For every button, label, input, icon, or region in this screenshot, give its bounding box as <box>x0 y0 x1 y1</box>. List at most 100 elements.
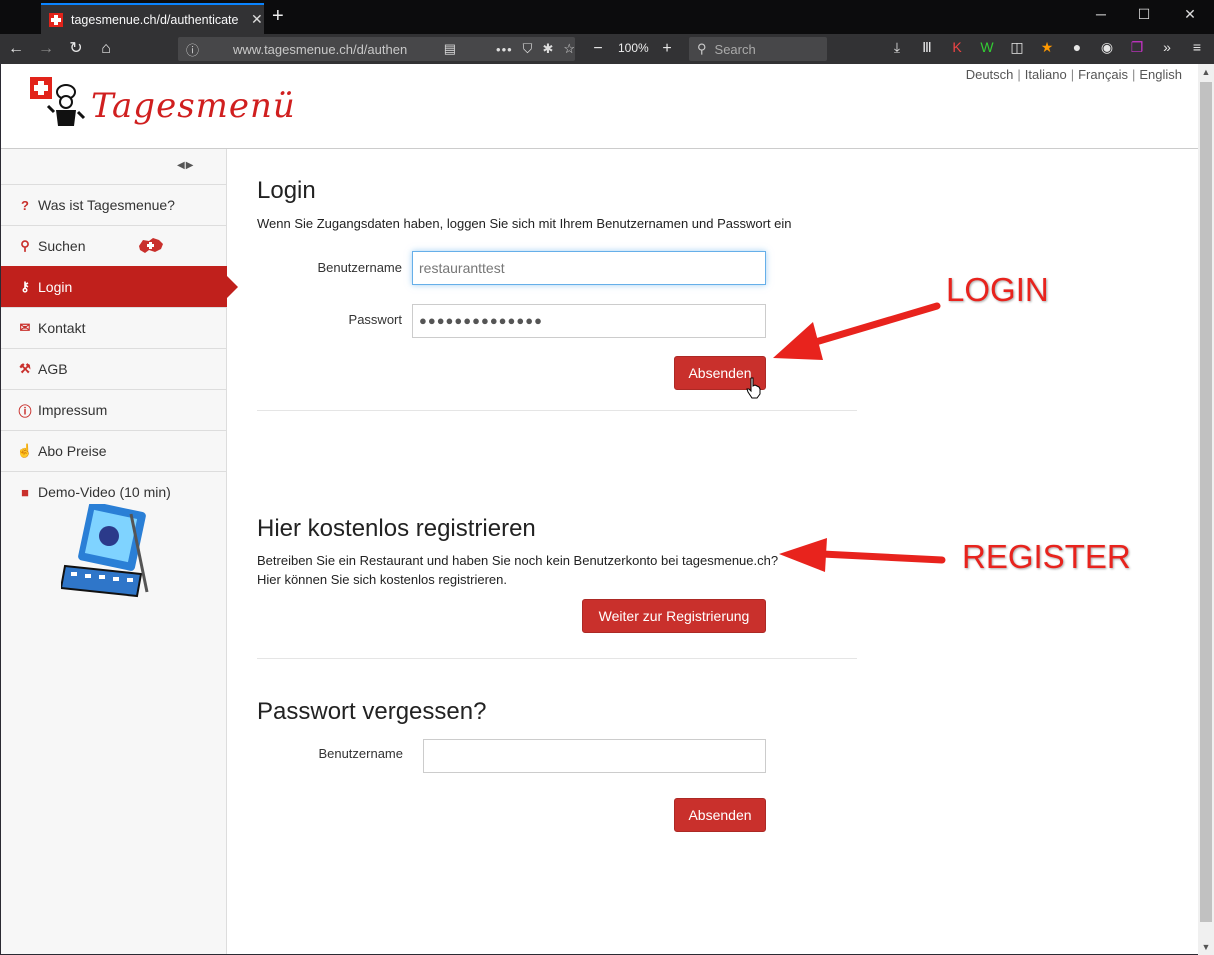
register-button[interactable]: Weiter zur Registrierung <box>582 599 766 633</box>
language-switcher: Deutsch | Italiano | Français | English <box>965 67 1182 82</box>
swiss-map-icon <box>139 238 163 253</box>
sidebar-item-login[interactable]: ⚷ Login <box>1 266 238 307</box>
scroll-down-icon[interactable]: ▼ <box>1198 942 1214 952</box>
sidebar-item-label: Abo Preise <box>38 443 107 459</box>
minimize-window-button[interactable]: ─ <box>1091 6 1111 22</box>
password-label: Passwort <box>348 312 402 327</box>
lang-english[interactable]: English <box>1139 67 1182 82</box>
username-label: Benutzername <box>317 260 402 275</box>
page-actions-menu-icon[interactable]: ••• <box>496 42 513 57</box>
register-annotation-label: REGISTER <box>962 538 1131 575</box>
search-icon: ⚲ <box>20 238 30 253</box>
extension-w-icon[interactable]: W <box>978 39 996 55</box>
info-circle-icon: ⓘ <box>18 403 32 419</box>
sidebar-item-kontakt[interactable]: ✉ Kontakt <box>1 307 227 348</box>
new-tab-button[interactable]: + <box>272 5 284 28</box>
envelope-icon: ✉ <box>19 320 31 335</box>
forward-arrow-icon[interactable]: → <box>36 39 56 59</box>
home-icon[interactable]: ⌂ <box>96 39 116 59</box>
section-divider <box>257 658 857 659</box>
library-icon[interactable]: Ⅲ <box>918 39 936 56</box>
scroll-up-icon[interactable]: ▲ <box>1198 67 1214 77</box>
register-description-line1: Betreiben Sie ein Restaurant und haben S… <box>257 553 779 568</box>
sidebar-item-abo-preise[interactable]: ☝ Abo Preise <box>1 430 227 471</box>
extension-circle-icon[interactable]: ◉ <box>1098 39 1116 56</box>
section-divider <box>257 410 857 411</box>
tab-title: tagesmenue.ch/d/authenticate <box>71 12 239 27</box>
url-bar[interactable]: ⓘ www.tagesmenue.ch/d/authen ▤ ••• ⛉ ✱ ☆ <box>178 37 575 61</box>
site-logo-text[interactable]: Tagesmenü <box>91 86 296 126</box>
gavel-icon: ⚒ <box>19 361 31 376</box>
search-icon: ⚲ <box>697 41 707 56</box>
hamburger-menu-icon[interactable]: ≡ <box>1188 39 1206 55</box>
browser-tab[interactable]: tagesmenue.ch/d/authenticate ✕ <box>41 3 264 34</box>
video-camera-icon: ■ <box>21 484 29 500</box>
zoom-level[interactable]: 100% <box>618 41 649 55</box>
hand-cursor-icon <box>746 377 761 399</box>
pocket-icon[interactable]: ⛉ <box>523 41 533 57</box>
swiss-flag-favicon-icon <box>49 12 63 27</box>
sidebar-item-was-ist-tagesmenue[interactable]: ? Was ist Tagesmenue? <box>1 184 227 225</box>
tab-close-icon[interactable]: ✕ <box>251 11 263 28</box>
sidebar-item-suchen[interactable]: ⚲ Suchen <box>1 225 227 266</box>
sidebar: ◀▶ ? Was ist Tagesmenue? ⚲ Suchen ⚷ Logi… <box>1 149 238 954</box>
extension-k-icon[interactable]: K <box>948 39 966 55</box>
demo-video-thumbnail-icon[interactable] <box>61 504 151 599</box>
forgot-username-label: Benutzername <box>318 746 403 761</box>
extension-star-icon[interactable]: ★ <box>1038 39 1056 56</box>
search-placeholder: Search <box>714 41 756 57</box>
login-annotation-arrow-icon <box>773 302 941 360</box>
sidebar-item-label: Login <box>38 279 73 295</box>
register-title: Hier kostenlos registrieren <box>257 515 536 542</box>
reload-icon[interactable]: ↻ <box>66 39 86 59</box>
thumbs-up-icon: ☝ <box>16 443 34 458</box>
page-viewport: Tagesmenü Deutsch | Italiano | Français | Engl… <box>1 64 1198 954</box>
sidebar-item-label: Was ist Tagesmenue? <box>38 197 175 213</box>
extension-ball-icon[interactable]: ● <box>1068 39 1086 55</box>
sidebar-item-impressum[interactable]: ⓘ Impressum <box>1 389 227 430</box>
overflow-menu-icon[interactable]: » <box>1158 39 1176 55</box>
site-info-icon[interactable]: ⓘ <box>186 40 199 59</box>
lang-deutsch[interactable]: Deutsch <box>966 67 1014 82</box>
lang-francais[interactable]: Français <box>1078 67 1128 82</box>
sidebar-menu: ? Was ist Tagesmenue? ⚲ Suchen ⚷ Login ✉… <box>1 184 238 512</box>
sidebar-item-label: Kontakt <box>38 320 86 336</box>
search-input[interactable]: ⚲ Search <box>689 37 827 61</box>
reader-view-icon[interactable]: ▤ <box>444 41 456 57</box>
extension-window-icon[interactable]: ❐ <box>1128 39 1146 56</box>
downloads-icon[interactable]: ⤓ <box>888 39 906 56</box>
site-header: Tagesmenü Deutsch | Italiano | Français | Engl… <box>1 64 1198 149</box>
close-window-button[interactable]: ✕ <box>1180 6 1200 23</box>
sidebar-item-label: Impressum <box>38 402 108 418</box>
sidebar-collapse-toggle-icon[interactable]: ◀▶ <box>177 160 194 171</box>
sidebar-toggle-icon[interactable]: ◫ <box>1008 39 1026 56</box>
chef-logo-icon <box>46 84 86 126</box>
forgot-password-title: Passwort vergessen? <box>257 698 487 725</box>
sidebar-item-label: Suchen <box>38 238 86 254</box>
forgot-submit-button[interactable]: Absenden <box>674 798 766 832</box>
key-icon: ⚷ <box>20 279 30 294</box>
register-description-line2: Hier können Sie sich kostenlos registrie… <box>257 572 508 587</box>
extension-bug-icon[interactable]: ✱ <box>542 41 553 57</box>
sidebar-item-agb[interactable]: ⚒ AGB <box>1 348 227 389</box>
forgot-username-field[interactable] <box>423 739 766 773</box>
page-scrollbar[interactable]: ▲ ▼ <box>1198 64 1214 955</box>
password-field[interactable]: ●●●●●●●●●●●●●● <box>412 304 766 338</box>
question-circle-icon: ? <box>21 197 29 213</box>
register-annotation-arrow-icon <box>779 538 946 572</box>
scrollbar-thumb[interactable] <box>1200 82 1212 922</box>
browser-navbar: ← → ↻ ⌂ ⓘ www.tagesmenue.ch/d/authen ▤ •… <box>0 34 1214 64</box>
maximize-window-button[interactable]: ☐ <box>1134 6 1154 23</box>
zoom-out-icon[interactable]: − <box>588 39 608 59</box>
username-field[interactable] <box>412 251 766 285</box>
login-title: Login <box>257 177 316 204</box>
back-arrow-icon[interactable]: ← <box>6 39 26 59</box>
login-description: Wenn Sie Zugangsdaten haben, loggen Sie … <box>257 216 792 231</box>
zoom-in-icon[interactable]: + <box>657 39 677 59</box>
login-annotation-label: LOGIN <box>946 271 1049 308</box>
bookmark-star-icon[interactable]: ☆ <box>563 41 575 57</box>
sidebar-item-label: Demo-Video (10 min) <box>38 484 171 500</box>
lang-italiano[interactable]: Italiano <box>1025 67 1067 82</box>
url-text: www.tagesmenue.ch/d/authen <box>233 41 408 57</box>
sidebar-item-label: AGB <box>38 361 68 377</box>
